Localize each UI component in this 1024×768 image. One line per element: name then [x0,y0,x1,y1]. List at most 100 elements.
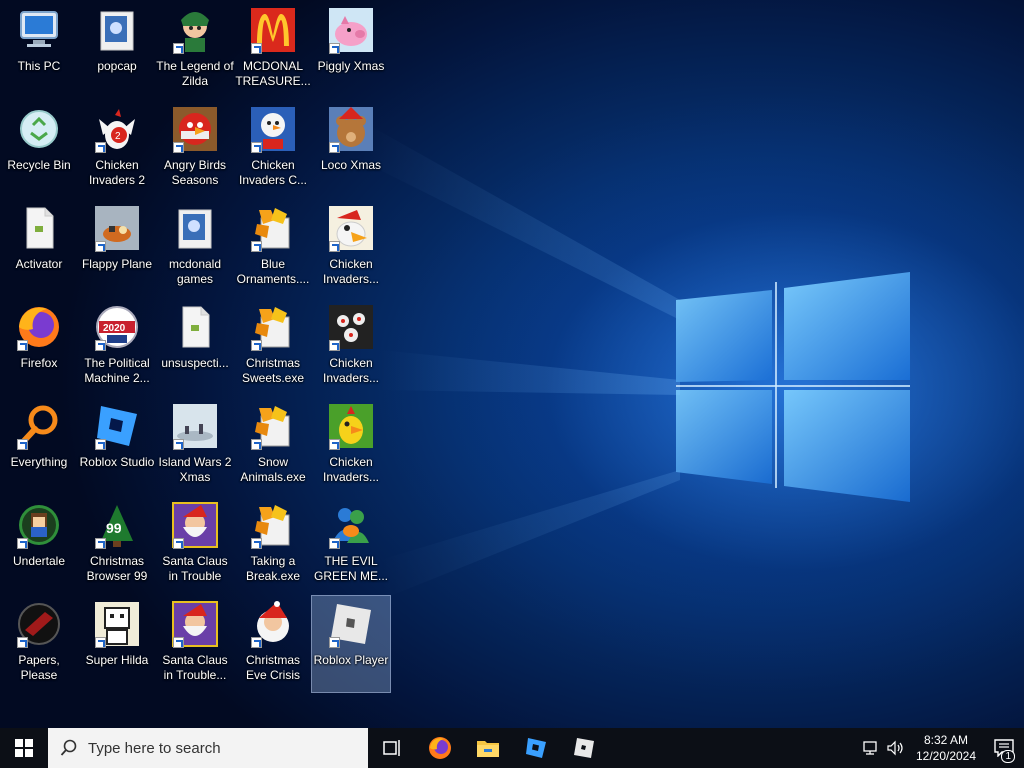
desktop-icon-the-evil-green-me[interactable]: THE EVIL GREEN ME... [312,497,390,593]
taskbar-clock[interactable]: 8:32 AM 12/20/2024 [908,732,984,764]
desktop-icon-the-political-machine-2[interactable]: 2020 The Political Machine 2... [78,299,156,395]
firefox-icon [429,737,451,759]
desktop-icon-label: Recycle Bin [7,158,71,172]
desktop-icon-christmas-sweets-exe[interactable]: Christmas Sweets.exe [234,299,312,395]
roblox-studio-icon [93,402,141,450]
desktop-icon-chicken-invaders[interactable]: Chicken Invaders... [312,299,390,395]
task-view-button[interactable] [368,728,416,768]
clock-date: 12/20/2024 [915,749,977,763]
shortcut-arrow-icon [251,340,262,351]
desktop-icon-chicken-invaders-c[interactable]: Chicken Invaders C... [234,101,312,197]
file-icon [15,204,63,252]
task-view-icon [383,740,400,756]
desktop-icon-label: Roblox Player [313,653,389,667]
desktop-icon-label: mcdonald games [168,257,222,286]
desktop-icon-recycle-bin[interactable]: Recycle Bin [0,101,78,197]
shortcut-arrow-icon [17,439,28,450]
desktop-icon-mcdonald-games[interactable]: mcdonald games [156,200,234,296]
taskbar-roblox-studio-button[interactable] [512,728,560,768]
file-icon [171,303,219,351]
desktop-icon-roblox-player[interactable]: Roblox Player [311,595,391,693]
shortcut-arrow-icon [95,439,106,450]
desktop-icon-label: THE EVIL GREEN ME... [313,554,388,583]
desktop-icon-flappy-plane[interactable]: Flappy Plane [78,200,156,296]
desktop-icon-label: Piggly Xmas [317,59,385,73]
desktop-icon-piggly-xmas[interactable]: Piggly Xmas [312,2,390,98]
christmas-tree-icon: 99 [93,501,141,549]
chicken-easter-icon [327,402,375,450]
action-center-button[interactable]: 1 [984,728,1024,768]
desktop-icon-roblox-studio[interactable]: Roblox Studio [78,398,156,494]
shortcut-arrow-icon [95,637,106,648]
volume-button[interactable] [884,728,908,768]
shortcut-arrow-icon [251,637,262,648]
svg-text:2020: 2020 [103,323,126,334]
shortcut-arrow-icon [173,43,184,54]
desktop-icon-label: unsuspecti... [161,356,229,370]
shortcut-arrow-icon [329,637,340,648]
desktop-icon-label: Chicken Invaders 2 [88,158,146,187]
shortcut-arrow-icon [95,241,106,252]
shortcut-arrow-icon [173,538,184,549]
desktop-icon-chicken-invaders[interactable]: Chicken Invaders... [312,200,390,296]
desktop-icon-label: Christmas Sweets.exe [241,356,305,385]
computer-icon [15,6,63,54]
taskbar-roblox-button[interactable] [560,728,608,768]
desktop-icon-label: Undertale [12,554,66,568]
desktop-icon-papers-please[interactable]: Papers, Please [0,596,78,692]
desktop-icon-label: This PC [17,59,61,73]
shortcut-arrow-icon [329,43,340,54]
taskbar-file-explorer-button[interactable] [464,728,512,768]
desktop-icon-snow-animals-exe[interactable]: Snow Animals.exe [234,398,312,494]
chicken-santa-icon [327,204,375,252]
shortcut-arrow-icon [17,637,28,648]
santa-icon [171,600,219,648]
executable-icon [249,303,297,351]
teddy-bear-icon [327,105,375,153]
taskbar-firefox-button[interactable] [416,728,464,768]
taskbar-search-box[interactable]: Type here to search [48,728,368,768]
folder-icon [171,204,219,252]
shortcut-arrow-icon [329,142,340,153]
desktop-icon-christmas-browser-99[interactable]: 99 Christmas Browser 99 [78,497,156,593]
desktop[interactable]: This PC popcap The Legend of Zilda MCDONAL … [0,0,1024,728]
clock-time: 8:32 AM [923,733,969,747]
desktop-icon-angry-birds-seasons[interactable]: Angry Birds Seasons [156,101,234,197]
desktop-icon-label: Loco Xmas [320,158,382,172]
search-ring-icon [15,402,63,450]
desktop-icon-christmas-eve-crisis[interactable]: Christmas Eve Crisis [234,596,312,692]
desktop-icon-taking-a-break-exe[interactable]: Taking a Break.exe [234,497,312,593]
desktop-icon-chicken-invaders[interactable]: Chicken Invaders... [312,398,390,494]
start-button[interactable] [0,728,48,768]
desktop-icon-blue-ornaments[interactable]: Blue Ornaments.... [234,200,312,296]
desktop-icon-mcdonal-treasure[interactable]: MCDONAL TREASURE... [234,2,312,98]
shortcut-arrow-icon [251,439,262,450]
desktop-icon-everything[interactable]: Everything [0,398,78,494]
taskbar: Type here to search 8:32 AM 12/20/2024 1 [0,728,1024,768]
firefox-icon [15,303,63,351]
shortcut-arrow-icon [173,142,184,153]
desktop-icon-undertale[interactable]: Undertale [0,497,78,593]
desktop-icon-firefox[interactable]: Firefox [0,299,78,395]
desktop-icon-chicken-invaders-2[interactable]: 2 Chicken Invaders 2 [78,101,156,197]
angry-bird-icon [171,105,219,153]
desktop-icon-label: Chicken Invaders... [322,455,380,484]
desktop-icon-popcap[interactable]: popcap [78,2,156,98]
network-button[interactable] [860,728,884,768]
executable-icon [249,501,297,549]
desktop-icon-the-legend-of-zilda[interactable]: The Legend of Zilda [156,2,234,98]
desktop-icon-island-wars-2-xmas[interactable]: Island Wars 2 Xmas [156,398,234,494]
desktop-icon-santa-claus-in-trouble-a[interactable]: Santa Claus in Trouble... A... [156,596,234,692]
desktop-icon-loco-xmas[interactable]: Loco Xmas [312,101,390,197]
shortcut-arrow-icon [95,538,106,549]
desktop-icon-this-pc[interactable]: This PC [0,2,78,98]
desktop-icon-unsuspecti[interactable]: unsuspecti... [156,299,234,395]
roblox-icon [574,738,594,758]
desktop-icon-activator[interactable]: Activator [0,200,78,296]
shortcut-arrow-icon [17,538,28,549]
speaker-icon [887,740,903,756]
desktop-icon-super-hilda[interactable]: Super Hilda [78,596,156,692]
shortcut-arrow-icon [251,538,262,549]
desktop-icon-santa-claus-in-trouble[interactable]: Santa Claus in Trouble [156,497,234,593]
shortcut-arrow-icon [95,340,106,351]
